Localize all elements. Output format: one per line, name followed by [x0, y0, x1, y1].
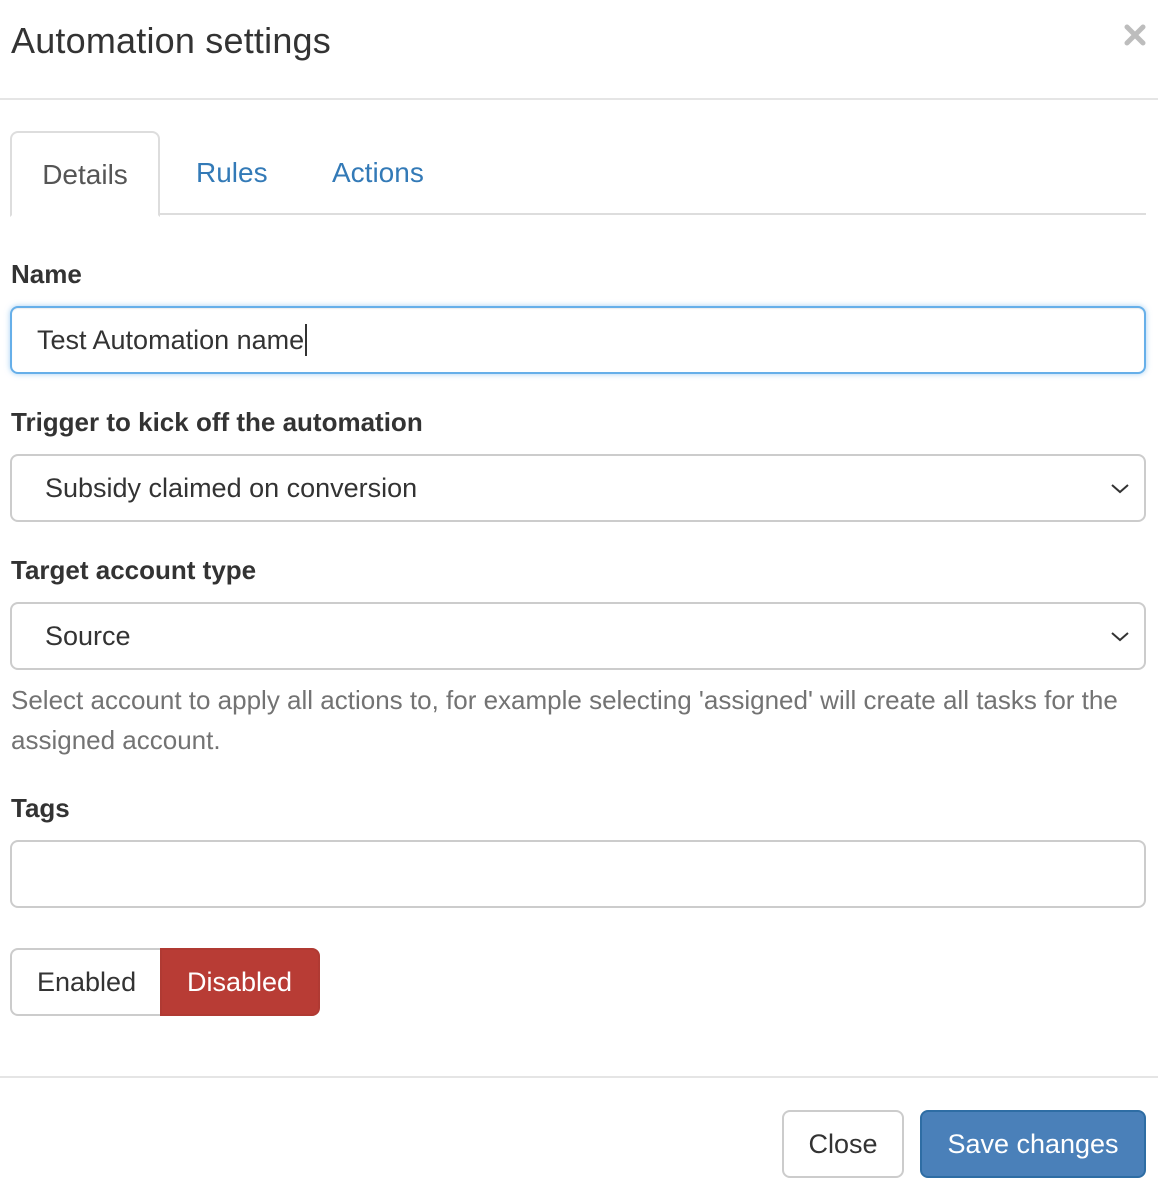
status-toggle: Enabled Disabled — [10, 948, 320, 1016]
save-changes-button[interactable]: Save changes — [920, 1110, 1146, 1178]
tab-actions[interactable]: Actions — [332, 131, 424, 215]
name-input[interactable]: Test Automation name — [10, 306, 1146, 374]
modal-header: Automation settings — [0, 0, 1158, 100]
chevron-down-icon — [1111, 632, 1129, 642]
name-input-value: Test Automation name — [37, 324, 305, 355]
target-account-label: Target account type — [11, 555, 257, 585]
trigger-select[interactable]: Subsidy claimed on conversion — [10, 454, 1146, 522]
automation-settings-modal: Automation settings Details Rules Action… — [0, 0, 1158, 1192]
disabled-button[interactable]: Disabled — [160, 948, 320, 1016]
target-account-select-value: Source — [45, 620, 131, 651]
enabled-button[interactable]: Enabled — [10, 948, 160, 1016]
tab-details[interactable]: Details — [10, 131, 160, 217]
modal-footer: Close Save changes — [0, 1076, 1158, 1192]
name-label: Name — [11, 259, 82, 289]
chevron-down-icon — [1111, 484, 1129, 494]
tags-input[interactable] — [10, 840, 1146, 908]
target-account-help-text: Select account to apply all actions to, … — [11, 685, 1118, 755]
text-caret — [305, 324, 308, 356]
target-account-select[interactable]: Source — [10, 602, 1146, 670]
tab-rules[interactable]: Rules — [196, 131, 268, 215]
trigger-select-value: Subsidy claimed on conversion — [45, 472, 418, 503]
tab-bar: Details Rules Actions — [10, 131, 1146, 217]
modal-title: Automation settings — [11, 20, 331, 61]
trigger-label: Trigger to kick off the automation — [11, 407, 423, 437]
close-button[interactable]: Close — [782, 1110, 904, 1178]
close-icon[interactable] — [1120, 18, 1150, 52]
tags-label: Tags — [11, 793, 70, 823]
